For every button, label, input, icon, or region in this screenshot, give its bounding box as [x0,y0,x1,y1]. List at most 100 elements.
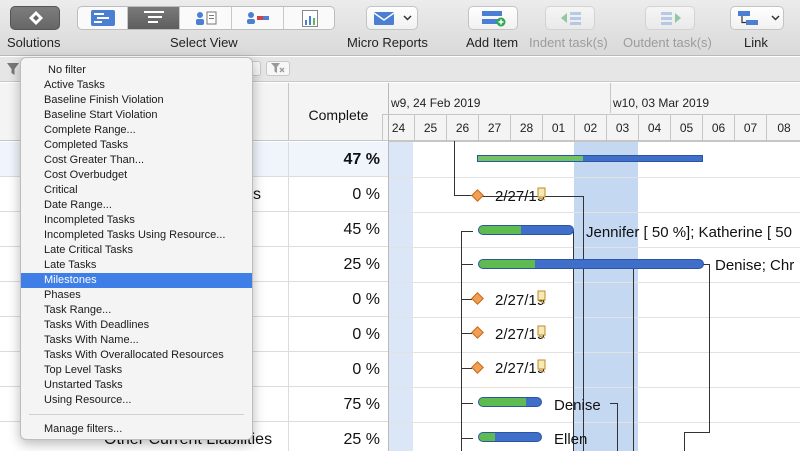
solutions-label: Solutions [7,35,61,50]
dependency-link [610,403,617,404]
complete-cell: 25 % [288,247,388,282]
micro-reports-button[interactable] [366,6,418,30]
task-bar[interactable] [478,432,542,442]
add-item-label: Add Item [466,35,519,50]
resource-label: Jennifer [ 50 %]; Katherine [ 50 [586,224,792,241]
indent-button[interactable] [545,6,595,30]
weekend-shading [389,142,413,451]
menu-item-tasks-with-name[interactable]: Tasks With Name... [21,333,252,348]
menu-item-unstarted-tasks[interactable]: Unstarted Tasks [21,378,252,393]
menu-item-manage-filters[interactable]: Manage filters... [21,422,252,437]
task-bar[interactable] [478,259,704,269]
complete-cell: 47 % [288,142,388,177]
chevron-down-icon [403,15,412,21]
task-bar[interactable] [478,397,542,407]
outdent-label: Outdent task(s) [623,35,712,50]
dependency-link [454,195,472,196]
progress-fill [479,398,526,406]
menu-item-tasks-with-deadlines[interactable]: Tasks With Deadlines [21,318,252,333]
complete-cell: 45 % [288,212,388,247]
menu-item-baseline-finish-violation[interactable]: Baseline Finish Violation [21,93,252,108]
milestone-marker[interactable] [471,292,484,305]
complete-cell: 0 % [288,317,388,352]
clear-filter-icon [271,63,285,73]
menu-item-active-tasks[interactable]: Active Tasks [21,78,252,93]
filter-funnel-icon[interactable] [7,63,19,75]
day-header: 25 [414,114,446,140]
resource-label: Denise; Chr [715,257,795,274]
resource-usage-icon [247,12,269,24]
menu-item-incompleted-tasks-using-resource[interactable]: Incompleted Tasks Using Resource... [21,228,252,243]
resource-label: Denise [554,397,601,414]
menu-item-late-tasks[interactable]: Late Tasks [21,258,252,273]
menu-item-using-resource[interactable]: Using Resource... [21,393,252,408]
row-divider [389,141,800,142]
add-item-icon [482,11,506,27]
dependency-link [461,231,473,232]
link-tasks-icon [738,11,758,25]
outdent-button[interactable] [645,6,695,30]
filter-dropdown-menu: No filter Active Tasks Baseline Finish V… [20,57,253,440]
menu-item-incompleted-tasks[interactable]: Incompleted Tasks [21,213,252,228]
dependency-link [461,438,473,439]
complete-column-header[interactable]: Complete [288,83,388,141]
progress-fill [479,260,535,268]
outdent-icon [661,12,681,25]
day-header: 06 [702,114,734,140]
menu-item-cost-greater-than[interactable]: Cost Greater Than... [21,153,252,168]
milestone-marker[interactable] [471,361,484,374]
row-divider [389,317,800,318]
menu-item-tasks-with-overallocated-resources[interactable]: Tasks With Overallocated Resources [21,348,252,363]
dependency-link [684,432,710,433]
clear-filter-button[interactable] [266,61,290,76]
add-item-button[interactable] [468,6,518,30]
task-list-icon [144,11,164,23]
menu-item-phases[interactable]: Phases [21,288,252,303]
day-header: 05 [670,114,702,140]
task-view-button[interactable] [128,7,180,29]
progress-fill [479,226,522,234]
day-header: 27 [478,114,510,140]
note-flag-icon [537,359,546,373]
menu-item-cost-overbudget[interactable]: Cost Overbudget [21,168,252,183]
milestone-marker[interactable] [471,189,484,202]
milestone-marker[interactable] [471,326,484,339]
dependency-link [454,141,455,196]
progress-fill [479,433,495,441]
menu-item-top-level-tasks[interactable]: Top Level Tasks [21,363,252,378]
menu-separator [29,414,244,415]
menu-item-complete-range[interactable]: Complete Range... [21,123,252,138]
menu-item-completed-tasks[interactable]: Completed Tasks [21,138,252,153]
day-header: 02 [574,114,606,140]
micro-reports-label: Micro Reports [347,35,428,50]
report-view-button[interactable] [284,7,334,29]
indent-icon [561,12,581,25]
menu-item-critical[interactable]: Critical [21,183,252,198]
solutions-button[interactable] [10,6,60,30]
gantt-view-button[interactable] [78,7,128,29]
day-header: 03 [606,114,638,140]
summary-task-bar[interactable] [477,155,703,162]
resource-usage-button[interactable] [232,7,284,29]
dependency-link [633,264,634,451]
day-header: 08 [766,114,800,140]
dependency-link [617,403,618,451]
resource-view-button[interactable] [180,7,232,29]
row-divider [389,177,800,178]
menu-item-late-critical-tasks[interactable]: Late Critical Tasks [21,243,252,258]
complete-cell: 0 % [288,177,388,212]
menu-item-no-filter[interactable]: No filter [21,63,252,78]
report-envelope-icon [374,12,394,25]
menu-item-milestones[interactable]: Milestones [21,273,252,288]
select-view-segmented [77,6,335,30]
menu-item-task-range[interactable]: Task Range... [21,303,252,318]
task-bar[interactable] [478,225,574,235]
link-button[interactable] [730,6,784,30]
resource-label: Ellen [554,431,588,448]
row-divider [389,387,800,388]
menu-item-date-range[interactable]: Date Range... [21,198,252,213]
row-divider [389,247,800,248]
menu-item-baseline-start-violation[interactable]: Baseline Start Violation [21,108,252,123]
complete-cell: 75 % [288,387,388,422]
dependency-link [461,368,472,369]
